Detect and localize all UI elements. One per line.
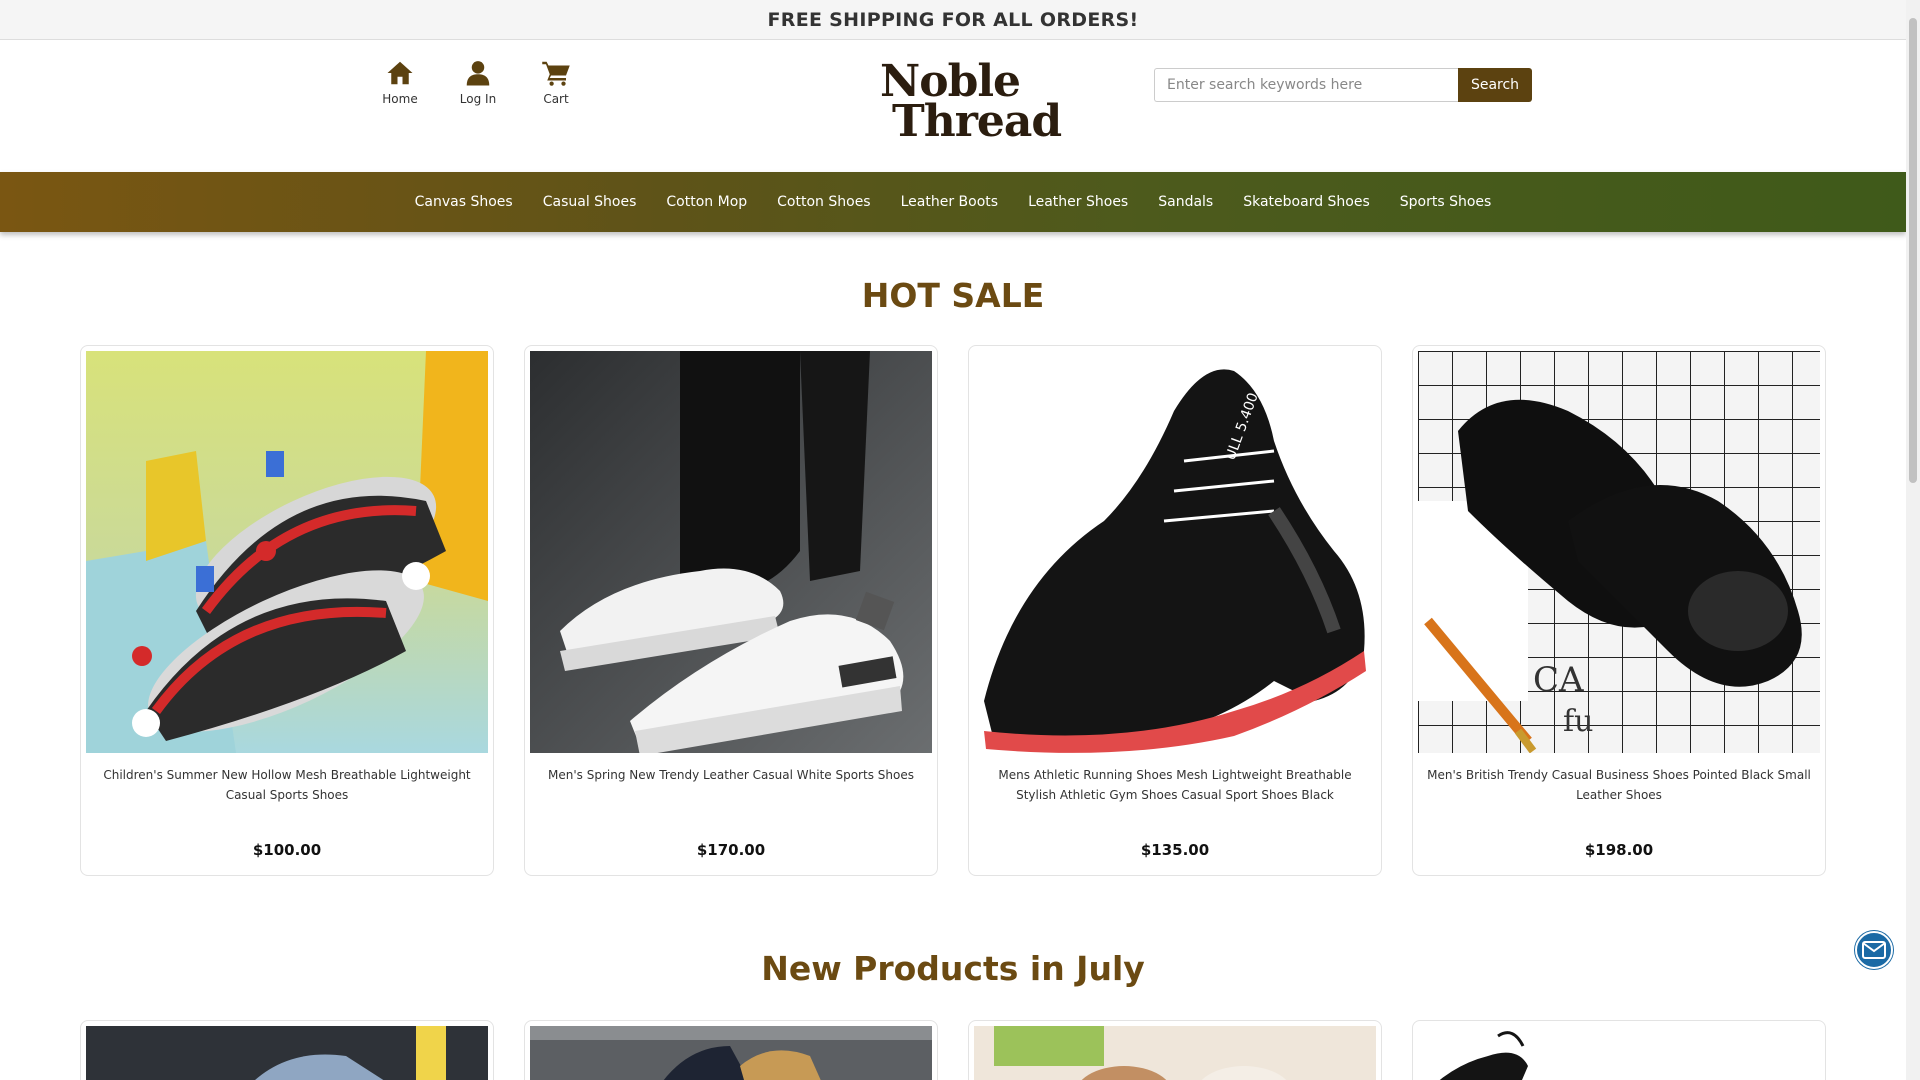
hot-sale-grid: Children's Summer New Hollow Mesh Breath… (80, 345, 1826, 876)
category-sandals[interactable]: Sandals (1143, 194, 1228, 210)
product-image[interactable] (86, 1026, 488, 1080)
product-card[interactable] (1412, 1020, 1826, 1080)
category-casual-shoes[interactable]: Casual Shoes (528, 194, 652, 210)
category-cotton-shoes[interactable]: Cotton Shoes (762, 194, 885, 210)
product-price: $135.00 (1140, 841, 1210, 859)
category-canvas-shoes[interactable]: Canvas Shoes (400, 194, 528, 210)
product-price: $100.00 (252, 841, 322, 859)
search-bar: Search (1154, 68, 1532, 102)
category-skateboard-shoes[interactable]: Skateboard Shoes (1228, 194, 1385, 210)
svg-text:fu: fu (1563, 704, 1593, 739)
cart-icon (542, 61, 570, 86)
scrollbar-thumb[interactable] (1909, 18, 1917, 483)
product-card[interactable] (80, 1020, 494, 1080)
header-nav: Home Log In Cart (370, 58, 586, 106)
product-price: $170.00 (696, 841, 766, 859)
logo-line2: Thread (892, 96, 1062, 147)
product-card[interactable]: Men's Spring New Trendy Leather Casual W… (524, 345, 938, 876)
home-link[interactable]: Home (370, 58, 430, 106)
product-card[interactable] (968, 1020, 1382, 1080)
new-products-title: New Products in July (761, 949, 1145, 988)
page-scrollbar[interactable] (1906, 0, 1920, 1080)
hot-sale-title: HOT SALE (861, 276, 1045, 315)
product-image[interactable] (530, 351, 932, 753)
product-card[interactable] (524, 1020, 938, 1080)
svg-text:CA: CA (1533, 660, 1584, 700)
product-card[interactable]: CA fu Men's British Trendy Casual Busine… (1412, 345, 1826, 876)
free-shipping-banner: FREE SHIPPING FOR ALL ORDERS! (0, 0, 1906, 40)
login-label: Log In (459, 92, 497, 106)
category-sports-shoes[interactable]: Sports Shoes (1385, 194, 1507, 210)
category-leather-shoes[interactable]: Leather Shoes (1013, 194, 1143, 210)
product-image[interactable]: ULL 5.400 (974, 351, 1376, 753)
product-image[interactable]: CA fu (1418, 351, 1820, 753)
search-input[interactable] (1154, 68, 1458, 102)
product-card[interactable]: Children's Summer New Hollow Mesh Breath… (80, 345, 494, 876)
home-icon (387, 61, 413, 85)
product-title[interactable]: Men's British Trendy Casual Business Sho… (1418, 765, 1820, 805)
new-products-grid (80, 1020, 1826, 1080)
category-leather-boots[interactable]: Leather Boots (886, 194, 1013, 210)
product-image[interactable] (86, 351, 488, 753)
category-cotton-mop[interactable]: Cotton Mop (651, 194, 762, 210)
site-header: Home Log In Cart Noble Thread Search (0, 40, 1906, 172)
product-title[interactable]: Children's Summer New Hollow Mesh Breath… (86, 765, 488, 805)
product-title[interactable]: Men's Spring New Trendy Leather Casual W… (530, 765, 932, 805)
category-nav: Canvas Shoes Casual Shoes Cotton Mop Cot… (0, 172, 1906, 232)
cart-link[interactable]: Cart (526, 58, 586, 106)
product-price: $198.00 (1584, 841, 1654, 859)
product-title[interactable]: Mens Athletic Running Shoes Mesh Lightwe… (974, 765, 1376, 805)
mail-icon (1862, 941, 1886, 959)
site-logo[interactable]: Noble Thread (870, 56, 1062, 156)
cart-label: Cart (543, 92, 569, 106)
login-link[interactable]: Log In (448, 58, 508, 106)
search-button[interactable]: Search (1458, 68, 1532, 102)
product-image[interactable] (530, 1026, 932, 1080)
home-label: Home (382, 92, 418, 106)
product-image[interactable] (974, 1026, 1376, 1080)
product-image[interactable] (1418, 1026, 1820, 1080)
user-icon (466, 61, 490, 86)
product-card[interactable]: ULL 5.400 Mens Athletic Running Shoes Me… (968, 345, 1382, 876)
contact-mail-button[interactable] (1855, 931, 1893, 969)
